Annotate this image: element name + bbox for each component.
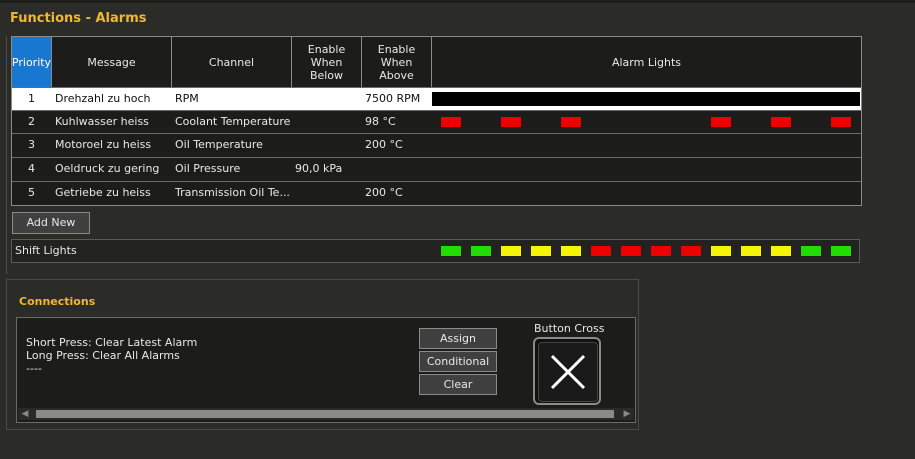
red-light: [501, 117, 521, 127]
table-row[interactable]: 1 Drehzahl zu hoch RPM 7500 RPM: [12, 87, 861, 110]
top-border: [0, 0, 915, 3]
yellow-light: [531, 246, 551, 256]
connections-title: Connections: [19, 295, 96, 308]
column-header-channel[interactable]: Channel: [172, 37, 292, 87]
red-light: [681, 246, 701, 256]
column-header-message[interactable]: Message: [52, 37, 172, 87]
connections-description: Short Press: Clear Latest Alarm Long Pre…: [26, 336, 197, 375]
enable-below-cell: [295, 182, 361, 204]
red-light: [771, 117, 791, 127]
column-header-alarm-lights[interactable]: Alarm Lights: [432, 37, 861, 87]
table-row[interactable]: 5 Getriebe zu heiss Transmission Oil Te.…: [12, 181, 861, 204]
message-cell: Kuhlwasser heiss: [55, 115, 149, 128]
table-row[interactable]: 4 Oeldruck zu gering Oil Pressure 90,0 k…: [12, 157, 861, 180]
red-light: [561, 117, 581, 127]
channel-cell: Coolant Temperature: [175, 115, 290, 128]
red-light: [651, 246, 671, 256]
channel-cell: RPM: [175, 92, 199, 105]
button-cross-label: Button Cross: [534, 322, 605, 335]
column-header-priority[interactable]: Priority: [12, 37, 52, 87]
yellow-light: [561, 246, 581, 256]
button-cross[interactable]: [533, 337, 601, 405]
red-light: [711, 117, 731, 127]
add-new-button[interactable]: Add New: [12, 212, 90, 234]
long-press-text: Long Press: Clear All Alarms: [26, 349, 180, 362]
enable-below-cell: 90,0 kPa: [295, 162, 343, 175]
enable-below-cell: [295, 134, 361, 156]
table-row[interactable]: 2 Kuhlwasser heiss Coolant Temperature 9…: [12, 110, 861, 133]
scroll-left-icon[interactable]: ◀: [18, 408, 32, 420]
channel-cell: Oil Pressure: [175, 162, 241, 175]
channel-cell: Oil Temperature: [175, 138, 263, 151]
shift-lights-row[interactable]: Shift Lights: [11, 239, 860, 263]
yellow-light: [501, 246, 521, 256]
button-cross-face: [538, 342, 598, 402]
green-light: [471, 246, 491, 256]
green-light: [831, 246, 851, 256]
priority-cell: 5: [28, 186, 35, 199]
green-light: [441, 246, 461, 256]
enable-below-cell: [295, 88, 361, 110]
column-header-enable-below[interactable]: Enable When Below: [292, 37, 362, 87]
red-light: [441, 117, 461, 127]
short-press-text: Short Press: Clear Latest Alarm: [26, 336, 198, 349]
alarm-lights-editor[interactable]: [432, 92, 860, 106]
priority-cell: 1: [28, 92, 35, 105]
yellow-light: [741, 246, 761, 256]
red-light: [621, 246, 641, 256]
message-cell: Drehzahl zu hoch: [55, 92, 151, 105]
yellow-light: [771, 246, 791, 256]
message-cell: Motoroel zu heiss: [55, 138, 152, 151]
connections-panel: Connections Short Press: Clear Latest Al…: [6, 279, 639, 430]
clear-button[interactable]: Clear: [419, 374, 497, 395]
table-row[interactable]: 3 Motoroel zu heiss Oil Temperature 200 …: [12, 133, 861, 156]
message-cell: Getriebe zu heiss: [55, 186, 151, 199]
message-cell: Oeldruck zu gering: [55, 162, 160, 175]
red-light: [831, 117, 851, 127]
enable-below-cell: [295, 111, 361, 133]
priority-cell: 4: [28, 162, 35, 175]
shift-lights-label: Shift Lights: [15, 244, 77, 257]
assign-button[interactable]: Assign: [419, 328, 497, 349]
enable-above-cell: 200 °C: [365, 186, 403, 199]
connections-box: Short Press: Clear Latest Alarm Long Pre…: [16, 317, 636, 423]
channel-cell: Transmission Oil Te...: [175, 186, 290, 199]
horizontal-scrollbar[interactable]: ◀ ▶: [18, 408, 634, 420]
scrollbar-thumb[interactable]: [36, 410, 614, 418]
left-divider: [6, 36, 7, 274]
priority-cell: 3: [28, 138, 35, 151]
conditional-button[interactable]: Conditional: [419, 351, 497, 372]
enable-above-cell: 98 °C: [365, 115, 396, 128]
red-light: [591, 246, 611, 256]
enable-above-cell: [365, 158, 431, 180]
cross-icon: [550, 354, 586, 390]
scroll-right-icon[interactable]: ▶: [620, 408, 634, 420]
enable-above-cell: 7500 RPM: [365, 92, 421, 105]
table-header: Priority Message Channel Enable When Bel…: [12, 37, 861, 87]
priority-cell: 2: [28, 115, 35, 128]
placeholder-text: ----: [26, 362, 42, 375]
yellow-light: [711, 246, 731, 256]
enable-above-cell: 200 °C: [365, 138, 403, 151]
column-header-enable-above[interactable]: Enable When Above: [362, 37, 432, 87]
alarms-table: Priority Message Channel Enable When Bel…: [11, 36, 862, 206]
green-light: [801, 246, 821, 256]
page-title: Functions - Alarms: [10, 11, 147, 26]
